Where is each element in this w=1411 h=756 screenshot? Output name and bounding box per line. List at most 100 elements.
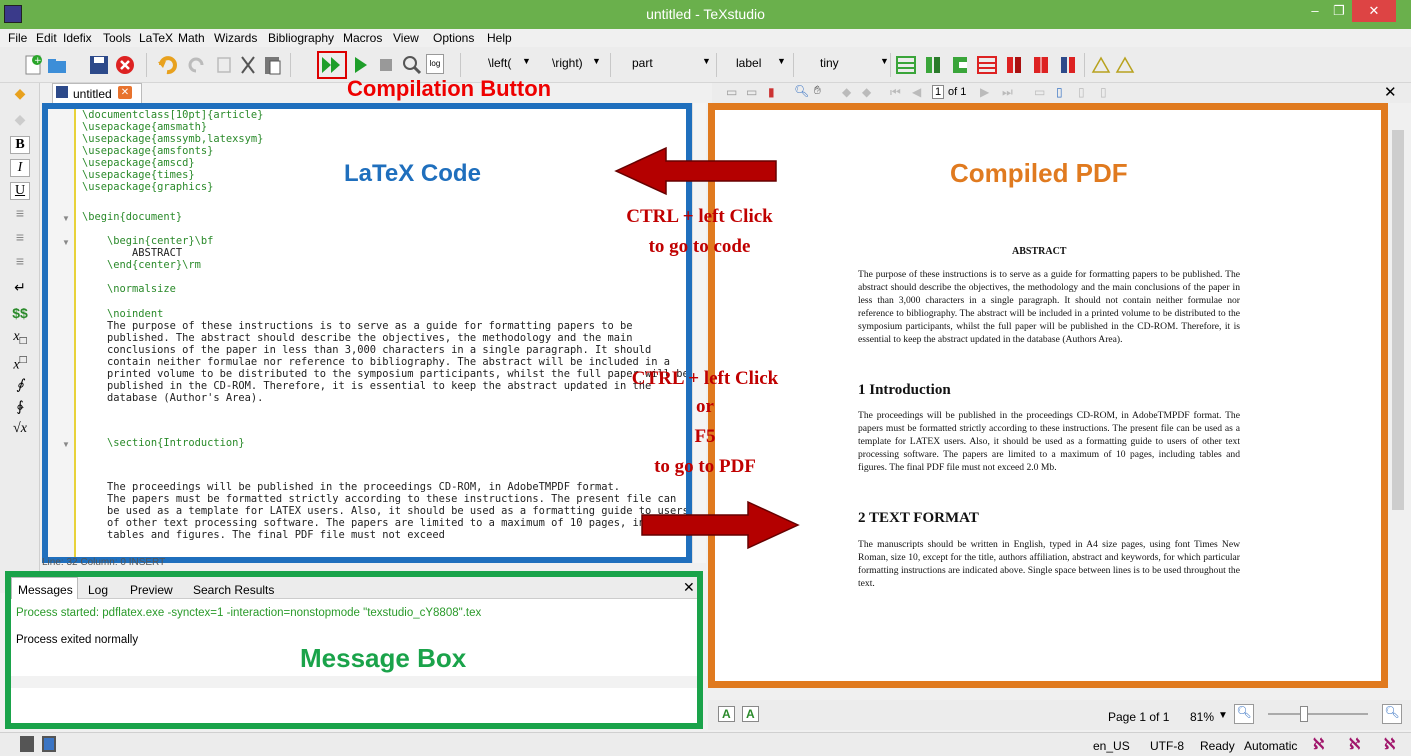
merge-cell-icon[interactable] xyxy=(1057,54,1079,76)
zoom-in-icon[interactable]: 🔍︎ xyxy=(1382,704,1402,724)
forward-icon[interactable]: ◆ xyxy=(862,85,871,99)
first-page-icon[interactable]: ⏮ xyxy=(890,85,901,100)
align-left-icon[interactable]: ≡ xyxy=(10,205,30,221)
encoding-selector[interactable]: UTF-8 xyxy=(1150,739,1184,753)
warning-icon[interactable] xyxy=(1114,54,1136,76)
pdf-view-icon[interactable]: ▭ xyxy=(726,85,737,99)
layout-icon[interactable] xyxy=(20,736,34,752)
bookmark-icon[interactable]: ℵ xyxy=(1384,735,1395,753)
superscript-icon[interactable]: x□ xyxy=(10,353,30,374)
menu-math[interactable]: Math xyxy=(178,31,205,45)
paste-icon[interactable] xyxy=(262,54,284,76)
layout-icon[interactable] xyxy=(42,736,56,752)
cut-icon[interactable] xyxy=(238,54,260,76)
zoom-out-icon[interactable]: 🔍︎ xyxy=(1234,704,1254,724)
fold-icon[interactable]: ▼ xyxy=(62,238,70,247)
tab-preview[interactable]: Preview xyxy=(130,583,173,597)
compile-button[interactable] xyxy=(317,51,347,79)
close-tab-button[interactable]: ✕ xyxy=(118,86,132,99)
close-file-icon[interactable] xyxy=(114,54,136,76)
tab-log[interactable]: Log xyxy=(88,583,108,597)
code-line: conclusions of the paper in less than 3,… xyxy=(82,344,652,356)
pdf-bookmark-icon[interactable]: ▮ xyxy=(768,85,775,99)
align-right-icon[interactable]: ≡ xyxy=(10,253,30,269)
fraction-icon[interactable]: ∮ xyxy=(10,377,30,394)
label-dropdown[interactable]: label xyxy=(736,56,761,70)
menu-macros[interactable]: Macros xyxy=(343,31,382,45)
menu-wizards[interactable]: Wizards xyxy=(214,31,257,45)
hand-tool-icon[interactable]: ✋︎ xyxy=(814,83,821,98)
menu-bibliography[interactable]: Bibliography xyxy=(268,31,334,45)
minimize-button[interactable]: – xyxy=(1303,0,1327,22)
warning-icon[interactable] xyxy=(1090,54,1112,76)
new-file-icon[interactable]: + xyxy=(22,54,44,76)
redo-icon[interactable] xyxy=(186,54,208,76)
newline-icon[interactable]: ↵ xyxy=(10,279,30,296)
dfrac-icon[interactable]: ∳ xyxy=(10,399,30,416)
continuous-icon[interactable]: ▯ xyxy=(1078,85,1085,99)
menu-tools[interactable]: Tools xyxy=(103,31,131,45)
menu-file[interactable]: File xyxy=(8,31,27,45)
part-dropdown[interactable]: part xyxy=(632,56,653,70)
table-icon[interactable] xyxy=(895,54,917,76)
bold-icon[interactable]: B xyxy=(10,136,30,154)
math-mode-icon[interactable]: $$ xyxy=(10,305,30,321)
menu-idefix[interactable]: Idefix xyxy=(63,31,92,45)
maximize-button[interactable]: ❐ xyxy=(1327,0,1351,22)
run-icon[interactable] xyxy=(350,54,372,76)
italic-icon[interactable]: I xyxy=(10,159,30,177)
copy-icon[interactable] xyxy=(214,54,236,76)
sync-icon[interactable]: A xyxy=(718,706,735,722)
fold-icon[interactable]: ▼ xyxy=(62,440,70,449)
arrow-right-icon[interactable]: ◆ xyxy=(10,111,30,128)
view-log-icon[interactable]: log xyxy=(426,54,444,74)
page-number-input[interactable]: 1 xyxy=(932,85,945,99)
close-window-button[interactable]: ✕ xyxy=(1352,0,1396,22)
left-delim-dropdown[interactable]: \left( xyxy=(488,56,511,70)
back-icon[interactable]: ◆ xyxy=(842,85,851,99)
close-icon[interactable]: ✕ xyxy=(683,579,695,596)
save-icon[interactable] xyxy=(88,54,110,76)
sync-icon[interactable]: A xyxy=(742,706,759,722)
add-row-icon[interactable] xyxy=(976,54,998,76)
menu-options[interactable]: Options xyxy=(433,31,474,45)
pdf-scrollbar-thumb[interactable] xyxy=(1392,130,1404,510)
menu-edit[interactable]: Edit xyxy=(36,31,57,45)
menu-view[interactable]: View xyxy=(393,31,419,45)
pdf-view-icon[interactable]: ▭ xyxy=(746,85,757,99)
underline-icon[interactable]: U xyxy=(10,182,30,200)
split-cell-icon[interactable] xyxy=(1030,54,1052,76)
close-icon[interactable]: ✕ xyxy=(1384,83,1397,101)
fold-icon[interactable]: ▼ xyxy=(62,214,70,223)
language-selector[interactable]: en_US xyxy=(1093,739,1130,753)
zoom-level[interactable]: 81% xyxy=(1190,710,1214,724)
menu-latex[interactable]: LaTeX xyxy=(139,31,173,45)
zoom-icon[interactable]: 🔍︎ xyxy=(794,84,809,98)
align-center-icon[interactable]: ≡ xyxy=(10,229,30,245)
remove-column-icon[interactable] xyxy=(949,54,971,76)
size-dropdown[interactable]: tiny xyxy=(820,56,839,70)
subscript-icon[interactable]: x□ xyxy=(10,329,30,347)
menu-help[interactable]: Help xyxy=(487,31,512,45)
single-page-icon[interactable]: ▯ xyxy=(1056,85,1063,99)
bookmark-icon[interactable]: ℵ xyxy=(1313,735,1324,753)
layout-icon[interactable]: ▭ xyxy=(1034,85,1045,99)
sqrt-icon[interactable]: √x xyxy=(10,421,30,437)
undo-icon[interactable] xyxy=(156,54,178,76)
prev-page-icon[interactable]: ◀ xyxy=(912,85,921,99)
zoom-slider-handle[interactable] xyxy=(1300,706,1308,722)
open-file-icon[interactable] xyxy=(46,54,68,76)
arrow-left-icon[interactable]: ◆ xyxy=(10,85,30,102)
next-page-icon[interactable]: ▶ xyxy=(980,85,989,99)
tab-messages[interactable]: Messages xyxy=(18,583,73,597)
zoom-slider-track[interactable] xyxy=(1268,713,1368,715)
remove-row-icon[interactable] xyxy=(1003,54,1025,76)
view-pdf-icon[interactable] xyxy=(401,54,423,76)
right-delim-dropdown[interactable]: \right) xyxy=(552,56,583,70)
add-column-icon[interactable] xyxy=(922,54,944,76)
stop-icon[interactable] xyxy=(375,54,397,76)
last-page-icon[interactable]: ⏭ xyxy=(1002,85,1013,100)
fit-icon[interactable]: ▯ xyxy=(1100,85,1107,99)
tab-search-results[interactable]: Search Results xyxy=(193,583,274,597)
bookmark-icon[interactable]: ℵ xyxy=(1349,735,1360,753)
